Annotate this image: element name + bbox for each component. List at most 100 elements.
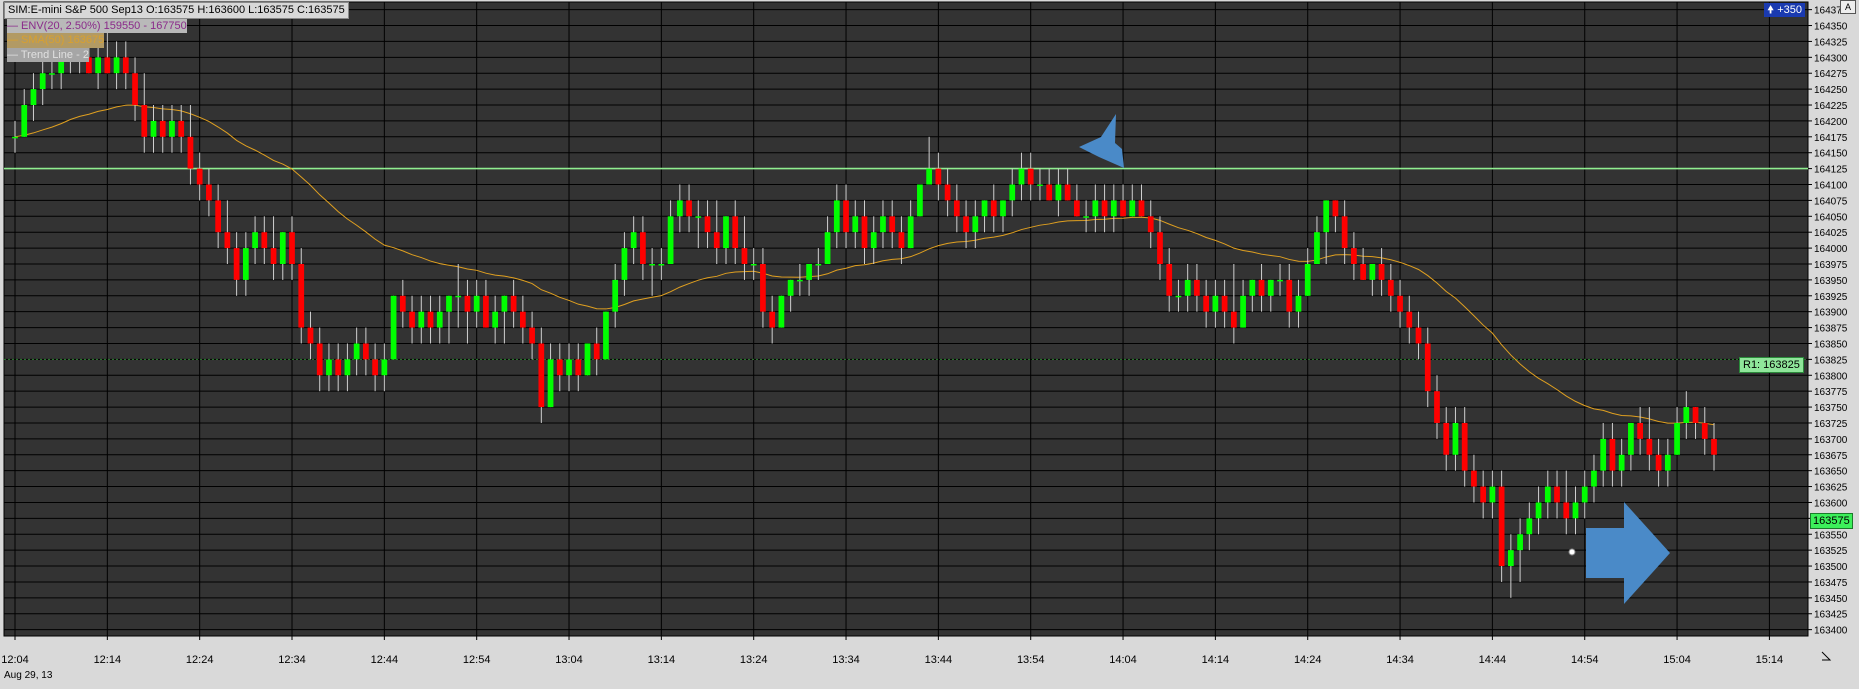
candle-body (399, 295, 406, 312)
x-tick-label: 15:04 (1663, 654, 1691, 666)
candle-body (372, 359, 378, 376)
candle-body (1157, 232, 1163, 264)
trend-line-label[interactable]: — Trend Line - 2 (7, 47, 89, 62)
scroll-offset-badge[interactable]: 🠝 +350 (1764, 3, 1806, 17)
candle-body (815, 263, 822, 266)
candle-body (630, 232, 637, 249)
y-tick-label: 163400 (1814, 626, 1848, 637)
candle-body (501, 295, 508, 312)
candle-body (787, 279, 794, 296)
chart-window[interactable]: 164375 164350 164325 164300 164275 164250 1642… (0, 0, 1859, 689)
y-tick-label: 163900 (1814, 308, 1848, 319)
x-tick-label: 12:34 (278, 654, 306, 666)
candle-body (1323, 200, 1330, 233)
y-tick-label: 163875 (1814, 324, 1848, 335)
autoscale-icon[interactable]: A (1840, 0, 1856, 14)
candle-body (1110, 200, 1117, 217)
x-tick-label: 14:54 (1571, 654, 1599, 666)
candle-body (1535, 502, 1542, 519)
candle-body (1341, 216, 1348, 249)
candle-body (1646, 438, 1653, 455)
y-tick-label: 164300 (1814, 53, 1848, 64)
candle-body (1351, 248, 1357, 264)
candle-body (1138, 200, 1145, 217)
y-tick-label: 163950 (1814, 276, 1848, 287)
candle-body (1701, 422, 1708, 439)
candle-body (944, 184, 951, 201)
candle-body (1600, 438, 1607, 471)
y-tick-label: 164100 (1814, 181, 1848, 192)
candle-body (926, 168, 932, 185)
y-tick-label: 163925 (1814, 292, 1848, 303)
date-label: Aug 29, 13 (4, 670, 53, 681)
candle-body (981, 200, 988, 217)
x-tick-label: 14:04 (1109, 654, 1137, 666)
candle-body (676, 200, 683, 217)
candle-body (658, 263, 665, 266)
candle-body (1664, 454, 1671, 471)
candle-body (723, 216, 729, 249)
chart-legend: SIM:E-mini S&P 500 Sep13 O:163575 H:1636… (4, 2, 349, 62)
candle-body (196, 168, 203, 185)
y-tick-label: 164175 (1814, 133, 1848, 144)
candle-body (1240, 295, 1246, 328)
candle-body (1286, 279, 1293, 312)
x-tick-label: 14:44 (1479, 654, 1507, 666)
candle-body (261, 232, 268, 249)
candle-body (1554, 486, 1560, 503)
candle-body (242, 248, 249, 280)
candle-body (1092, 200, 1099, 217)
y-tick-label: 164200 (1814, 117, 1848, 128)
candle-body (132, 73, 138, 106)
candle-body (1628, 422, 1634, 455)
candle-body (566, 359, 572, 376)
y-tick-label: 163700 (1814, 435, 1848, 446)
candle-body (1360, 263, 1366, 280)
candle-body (584, 343, 591, 376)
candle-body (880, 216, 886, 233)
candle-body (963, 216, 969, 233)
candle-body (529, 327, 535, 344)
candle-body (1637, 422, 1643, 439)
candle-body (575, 359, 582, 376)
envelope-indicator-label[interactable]: — ENV(20, 2.50%) 159550 - 167750 (7, 18, 187, 33)
candle-body (889, 216, 896, 233)
candle-body (326, 359, 332, 376)
candle-body (1129, 200, 1136, 217)
candle-body (1184, 279, 1191, 296)
sma-indicator-label[interactable]: — SMA(50) 163675 (7, 33, 105, 48)
candle-body (935, 168, 942, 185)
candle-body (1480, 486, 1487, 503)
candle-body (1674, 422, 1680, 455)
instrument-ohlc-label: SIM:E-mini S&P 500 Sep13 O:163575 H:1636… (4, 2, 349, 19)
candle-body (667, 216, 674, 264)
x-tick-label: 15:14 (1756, 654, 1784, 666)
candle-body (990, 200, 997, 217)
candle-body (1489, 486, 1496, 503)
candle-body (1249, 279, 1256, 296)
candle-body (473, 295, 480, 312)
candle-body (917, 184, 923, 217)
y-tick-label: 163725 (1814, 419, 1848, 430)
candle-body (1101, 200, 1108, 217)
candle-body (1212, 295, 1219, 312)
candlestick-chart[interactable]: 1643751643501643251643001642751642501642… (0, 0, 1859, 689)
candle-body (1387, 279, 1394, 296)
candle-body (1415, 327, 1422, 344)
candle-body (750, 263, 757, 266)
candle-body (455, 295, 462, 298)
candle-body (1009, 184, 1016, 201)
x-tick-label: 13:04 (555, 654, 583, 666)
candle-body (1332, 200, 1339, 217)
candle-body (852, 216, 859, 233)
y-tick-label: 164125 (1814, 165, 1848, 176)
candle-body (1000, 200, 1006, 217)
candle-body (1572, 502, 1579, 519)
y-tick-label: 163650 (1814, 467, 1848, 478)
candle-body (39, 73, 46, 90)
candle-body (1507, 550, 1514, 567)
candle-body (1544, 486, 1551, 503)
x-tick-label: 13:44 (925, 654, 953, 666)
candle-body (1027, 168, 1034, 185)
candle-body (547, 359, 554, 408)
